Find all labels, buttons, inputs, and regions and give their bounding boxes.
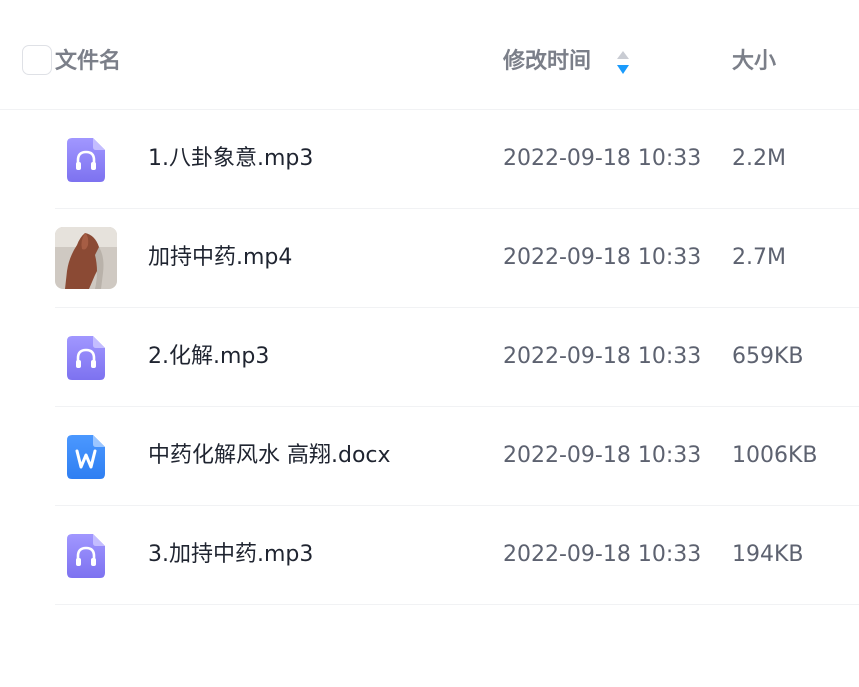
column-header-filename[interactable]: 文件名 — [55, 48, 121, 76]
file-size: 1006KB — [732, 443, 818, 468]
file-size: 194KB — [732, 542, 804, 567]
file-size: 659KB — [732, 344, 804, 369]
audio-file-icon — [67, 336, 105, 380]
select-all-checkbox[interactable] — [22, 45, 52, 75]
file-size: 2.7M — [732, 245, 786, 270]
sort-desc-arrow — [617, 65, 629, 74]
file-row[interactable]: 加持中药.mp4 2022-09-18 10:33 2.7M — [55, 209, 859, 308]
column-header-size[interactable]: 大小 — [732, 48, 776, 76]
audio-file-icon — [67, 534, 105, 578]
file-row[interactable]: 中药化解风水 高翔.docx 2022-09-18 10:33 1006KB — [55, 407, 859, 506]
word-file-icon — [67, 435, 105, 479]
video-thumbnail — [55, 227, 117, 289]
file-name[interactable]: 2.化解.mp3 — [148, 342, 269, 372]
file-name[interactable]: 1.八卦象意.mp3 — [148, 144, 313, 174]
file-row[interactable]: 2.化解.mp3 2022-09-18 10:33 659KB — [55, 308, 859, 407]
file-name[interactable]: 3.加持中药.mp3 — [148, 540, 313, 570]
file-name[interactable]: 中药化解风水 高翔.docx — [148, 441, 391, 471]
file-row[interactable]: 3.加持中药.mp3 2022-09-18 10:33 194KB — [55, 506, 859, 605]
sort-icon[interactable] — [614, 48, 632, 76]
file-list-header: 文件名 修改时间 大小 — [0, 0, 859, 110]
file-modified-time: 2022-09-18 10:33 — [503, 146, 702, 171]
file-modified-time: 2022-09-18 10:33 — [503, 344, 702, 369]
audio-file-icon — [67, 138, 105, 182]
file-name[interactable]: 加持中药.mp4 — [148, 243, 292, 273]
file-row[interactable]: 1.八卦象意.mp3 2022-09-18 10:33 2.2M — [55, 110, 859, 209]
column-header-modified-time[interactable]: 修改时间 — [503, 48, 591, 76]
file-modified-time: 2022-09-18 10:33 — [503, 443, 702, 468]
sort-asc-arrow — [617, 51, 629, 59]
file-modified-time: 2022-09-18 10:33 — [503, 542, 702, 567]
file-size: 2.2M — [732, 146, 786, 171]
file-modified-time: 2022-09-18 10:33 — [503, 245, 702, 270]
